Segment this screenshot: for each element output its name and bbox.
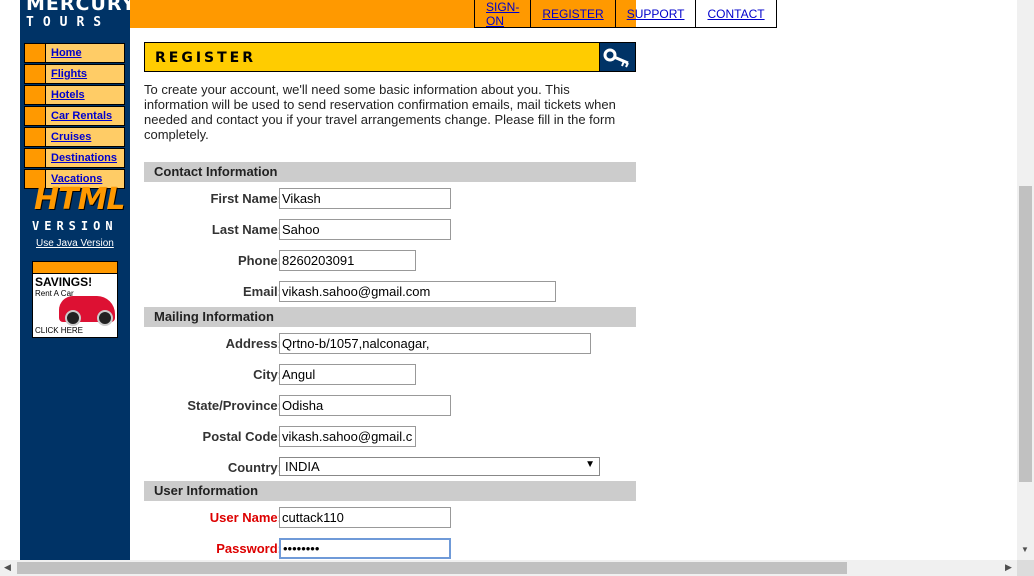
first-name-row: First Name: xyxy=(144,188,644,210)
postal-code-row: Postal Code: xyxy=(144,426,644,448)
mailing-section-header: Mailing Information xyxy=(144,307,636,327)
page-title: REGISTER xyxy=(155,50,257,66)
nav-link-car-rentals[interactable]: Car Rentals xyxy=(46,107,112,125)
html-badge-subtitle: VERSION xyxy=(32,219,118,233)
state-label: State/Province: xyxy=(187,398,282,413)
sign-on-link[interactable]: SIGN-ON xyxy=(486,0,519,28)
horizontal-scroll-thumb[interactable] xyxy=(17,562,847,574)
user-section-header: User Information xyxy=(144,481,636,501)
wheel-icon xyxy=(97,310,113,326)
state-row: State/Province: xyxy=(144,395,644,417)
side-nav: Home Flights Hotels Car Rentals Cruises … xyxy=(24,43,125,190)
scroll-left-icon[interactable]: ◀ xyxy=(4,562,11,573)
email-row: Email: xyxy=(144,281,644,303)
password-row: Password: xyxy=(144,538,644,560)
country-selected-value: INDIA xyxy=(285,459,320,474)
html-version-badge: HTML VERSION xyxy=(32,182,126,234)
java-version-link[interactable]: Use Java Version xyxy=(36,238,114,249)
register-header: REGISTER xyxy=(144,42,636,72)
username-field[interactable] xyxy=(279,507,451,528)
password-label: Password: xyxy=(216,541,282,556)
vertical-scrollbar[interactable]: ▼ xyxy=(1017,0,1034,560)
first-name-label: First Name: xyxy=(210,191,282,206)
last-name-label: Last Name: xyxy=(211,222,282,237)
email-label: Email: xyxy=(242,284,282,299)
nav-item-hotels: Hotels xyxy=(24,85,125,105)
city-field[interactable] xyxy=(279,364,416,385)
nav-link-destinations[interactable]: Destinations xyxy=(46,149,117,167)
top-bar: SIGN-ON REGISTER SUPPORT CONTACT xyxy=(130,0,777,28)
section-title: Mailing Information xyxy=(154,309,274,324)
html-badge-title: HTML xyxy=(34,182,126,217)
ad-title: SAVINGS! xyxy=(35,275,93,289)
contact-section-header: Contact Information xyxy=(144,162,636,182)
email-field[interactable] xyxy=(279,281,556,302)
scroll-down-icon[interactable]: ▼ xyxy=(1021,545,1029,554)
nav-link-home[interactable]: Home xyxy=(46,44,82,62)
city-row: City: xyxy=(144,364,644,386)
register-link[interactable]: REGISTER xyxy=(542,7,603,21)
support-link[interactable]: SUPPORT xyxy=(627,7,685,21)
top-menu-item: SUPPORT xyxy=(614,0,696,27)
postal-code-label: Postal Code: xyxy=(202,429,282,444)
ad-top-bar xyxy=(33,262,117,274)
state-field[interactable] xyxy=(279,395,451,416)
postal-code-field[interactable] xyxy=(279,426,416,447)
key-icon xyxy=(599,43,635,71)
nav-item-home: Home xyxy=(24,43,125,63)
top-menu: SIGN-ON REGISTER SUPPORT CONTACT xyxy=(474,0,777,28)
last-name-field[interactable] xyxy=(279,219,451,240)
city-label: City: xyxy=(253,367,282,382)
username-label: User Name: xyxy=(209,510,282,525)
phone-row: Phone: xyxy=(144,250,644,272)
address-row: Address: xyxy=(144,333,644,355)
country-select[interactable]: INDIA ▼ xyxy=(279,457,600,476)
section-title: Contact Information xyxy=(154,164,278,179)
nav-link-flights[interactable]: Flights xyxy=(46,65,87,83)
car-rental-ad[interactable]: SAVINGS! Rent A Car CLICK HERE xyxy=(32,261,118,338)
logo-line2: TOURS xyxy=(26,15,111,30)
ad-cta: CLICK HERE xyxy=(35,326,84,335)
first-name-field[interactable] xyxy=(279,188,451,209)
wheel-icon xyxy=(65,310,81,326)
password-field[interactable] xyxy=(279,538,451,559)
username-row: User Name: xyxy=(144,507,644,529)
nav-link-cruises[interactable]: Cruises xyxy=(46,128,91,146)
nav-item-flights: Flights xyxy=(24,64,125,84)
left-sidebar: MERCURY TOURS Home Flights Hotels Car Re… xyxy=(20,0,135,560)
top-menu-item: CONTACT xyxy=(695,0,777,27)
mercury-tours-logo: MERCURY TOURS xyxy=(20,0,135,38)
nav-item-car-rentals: Car Rentals xyxy=(24,106,125,126)
phone-field[interactable] xyxy=(279,250,416,271)
country-label: Country: xyxy=(227,460,282,475)
vertical-scroll-thumb[interactable] xyxy=(1019,186,1032,482)
chevron-down-icon: ▼ xyxy=(585,459,595,470)
logo-line1: MERCURY xyxy=(26,0,137,15)
top-menu-item: REGISTER xyxy=(530,0,614,27)
nav-item-cruises: Cruises xyxy=(24,127,125,147)
intro-text: To create your account, we'll need some … xyxy=(144,82,616,142)
top-menu-item: SIGN-ON xyxy=(474,0,530,28)
scroll-right-icon[interactable]: ▶ xyxy=(1005,562,1012,573)
country-row: Country: INDIA ▼ xyxy=(144,457,644,479)
horizontal-scrollbar[interactable]: ◀ ▶ xyxy=(0,560,1017,576)
section-title: User Information xyxy=(154,483,259,498)
phone-label: Phone: xyxy=(237,253,282,268)
address-field[interactable] xyxy=(279,333,591,354)
contact-link[interactable]: CONTACT xyxy=(707,7,764,21)
nav-item-destinations: Destinations xyxy=(24,148,125,168)
scrollbar-corner xyxy=(1017,560,1034,576)
last-name-row: Last Name: xyxy=(144,219,644,241)
nav-link-hotels[interactable]: Hotels xyxy=(46,86,85,104)
address-label: Address: xyxy=(225,336,282,351)
